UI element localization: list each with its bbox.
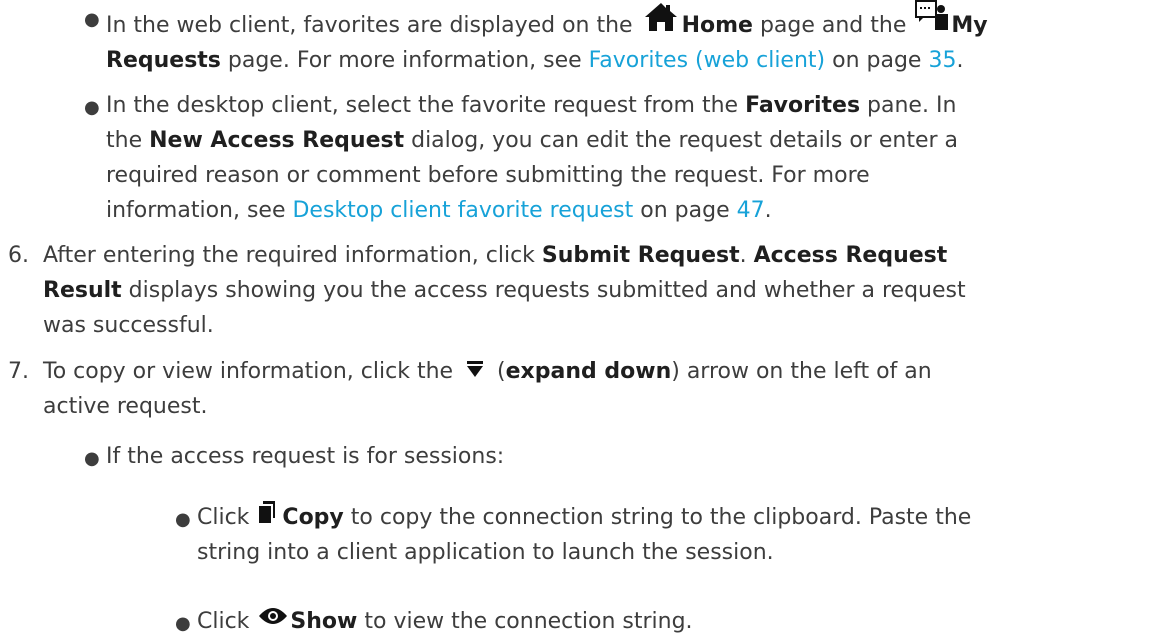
copy-icon xyxy=(258,500,276,524)
text-line: In the desktop client, select the favori… xyxy=(106,93,957,118)
text-line: information, see Desktop client favorite… xyxy=(106,198,772,223)
access-request-label: Access Request xyxy=(753,243,948,268)
step-number: 6. xyxy=(8,243,29,268)
step-7: To copy or view information, click the (… xyxy=(43,354,1172,424)
document-page: ● In the web client, favorites are displ… xyxy=(0,0,1172,642)
text-line: the New Access Request dialog, you can e… xyxy=(106,128,959,153)
show-label: Show xyxy=(290,609,358,634)
text-line: string into a client application to laun… xyxy=(197,540,774,565)
text-line: was successful. xyxy=(43,313,214,338)
step-6: After entering the required information,… xyxy=(43,238,1172,343)
text-line: required reason or comment before submit… xyxy=(106,163,870,188)
submit-request-label: Submit Request xyxy=(541,243,740,268)
text-line: Result displays showing you the access r… xyxy=(43,278,966,303)
text-line: Requests page. For more information, see… xyxy=(106,48,964,73)
bullet-dot: ● xyxy=(84,448,100,469)
home-icon xyxy=(644,2,678,32)
text-line: Click Copy to copy the connection string… xyxy=(197,500,1172,535)
list-item-desktop-client: In the desktop client, select the favori… xyxy=(106,88,1172,228)
bullet-dot: ● xyxy=(84,97,100,118)
new-access-request-label: New Access Request xyxy=(149,128,405,153)
text-line: To copy or view information, click the (… xyxy=(43,359,932,384)
page-35-link[interactable]: 35 xyxy=(928,48,956,73)
home-label: Home xyxy=(681,13,753,38)
bullet-dot: ● xyxy=(175,509,191,530)
favorites-web-client-link[interactable]: Favorites (web client) xyxy=(589,48,825,73)
bullet-dot: ● xyxy=(175,613,191,634)
favorites-label: Favorites xyxy=(745,93,861,118)
list-item-show: Click Show to view the connection string… xyxy=(197,604,1172,639)
step-number: 7. xyxy=(8,359,29,384)
list-item-copy: Click Copy to copy the connection string… xyxy=(197,500,1172,570)
copy-label: Copy xyxy=(282,505,344,530)
requests-label: Requests xyxy=(106,48,221,73)
text-line: active request. xyxy=(43,394,208,419)
expand-down-label: expand down xyxy=(505,359,672,384)
list-item-web-client: In the web client, favorites are display… xyxy=(106,0,1172,78)
my-label: My xyxy=(951,13,988,38)
desktop-client-favorite-request-link[interactable]: Desktop client favorite request xyxy=(292,198,633,223)
page-47-link[interactable]: 47 xyxy=(737,198,765,223)
bullet-dot: ● xyxy=(84,9,100,30)
my-requests-icon xyxy=(915,0,949,32)
expand-down-icon xyxy=(466,360,484,378)
result-label: Result xyxy=(43,278,122,303)
text-line: In the web client, favorites are display… xyxy=(106,0,1172,43)
text-line: Click Show to view the connection string… xyxy=(197,604,1172,639)
text-line: After entering the required information,… xyxy=(43,243,948,268)
eye-icon xyxy=(258,604,288,628)
list-item-sessions: If the access request is for sessions: xyxy=(106,444,505,469)
